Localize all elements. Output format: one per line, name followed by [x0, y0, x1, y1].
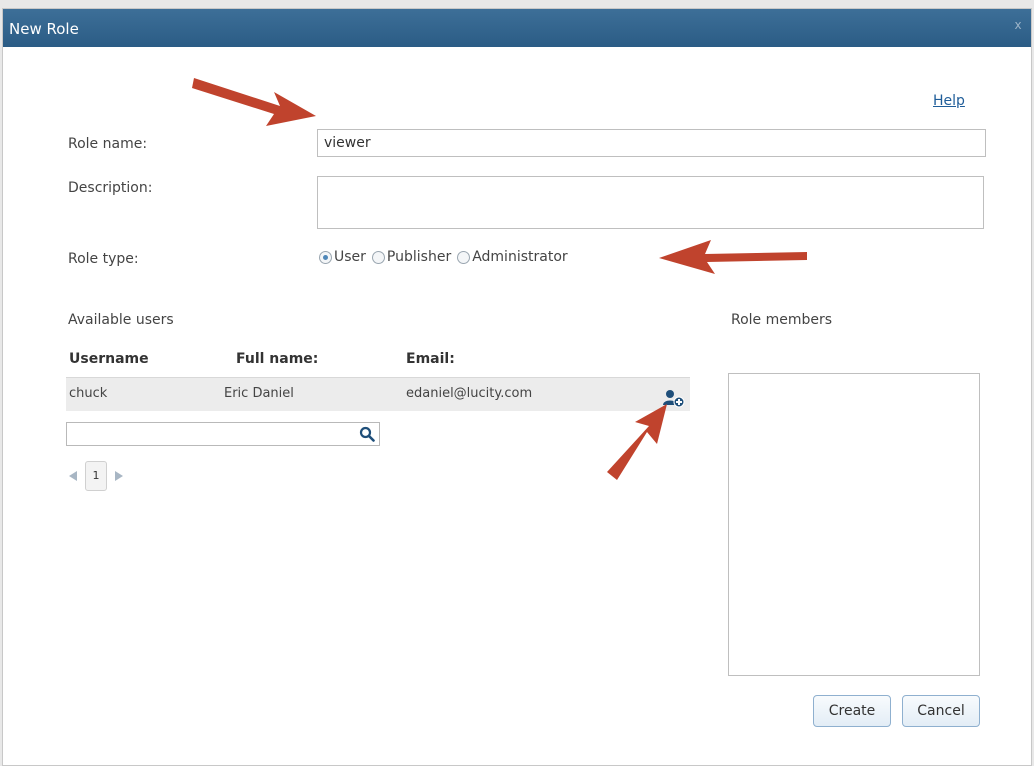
annotation-arrow-role-name	[192, 78, 316, 126]
column-full-name[interactable]: Full name:	[236, 351, 318, 367]
create-button[interactable]: Create	[813, 695, 891, 727]
radio-user-label[interactable]: User	[334, 249, 366, 265]
annotation-arrow-role-type	[659, 240, 807, 274]
role-type-label: Role type:	[68, 251, 139, 267]
page-prev-icon[interactable]	[69, 471, 77, 481]
user-search-box	[66, 422, 380, 446]
role-type-radio-group: User Publisher Administrator	[319, 249, 574, 265]
radio-user[interactable]	[319, 250, 332, 264]
role-name-input[interactable]	[317, 129, 986, 157]
cell-email: edaniel@lucity.com	[406, 386, 533, 401]
search-icon[interactable]	[359, 426, 375, 442]
close-icon[interactable]: x	[1011, 18, 1025, 32]
role-name-label: Role name:	[68, 136, 148, 152]
column-email[interactable]: Email:	[406, 351, 455, 367]
annotation-arrow-add-user	[607, 404, 667, 480]
page-number[interactable]: 1	[85, 461, 107, 491]
available-users-title: Available users	[68, 312, 174, 328]
pagination: 1	[69, 461, 123, 491]
radio-publisher-label[interactable]: Publisher	[387, 249, 451, 265]
help-link[interactable]: Help	[933, 93, 965, 109]
role-members-title: Role members	[731, 312, 833, 328]
dialog-titlebar[interactable]: New Role x	[3, 9, 1031, 47]
cell-username: chuck	[69, 386, 108, 401]
role-members-list[interactable]	[728, 373, 980, 676]
dialog-title: New Role	[9, 20, 79, 38]
new-role-dialog: New Role x Help Role name: Description: …	[2, 8, 1032, 766]
page-next-icon[interactable]	[115, 471, 123, 481]
radio-administrator-label[interactable]: Administrator	[472, 249, 567, 265]
radio-administrator[interactable]	[457, 250, 471, 264]
column-username[interactable]: Username	[69, 351, 149, 367]
description-label: Description:	[68, 180, 153, 196]
radio-publisher[interactable]	[371, 250, 385, 264]
cancel-button[interactable]: Cancel	[902, 695, 980, 727]
table-row[interactable]: chuck Eric Daniel edaniel@lucity.com	[66, 377, 690, 411]
user-search-input[interactable]	[67, 423, 355, 445]
cell-full-name: Eric Daniel	[224, 386, 294, 401]
description-input[interactable]	[317, 176, 984, 229]
